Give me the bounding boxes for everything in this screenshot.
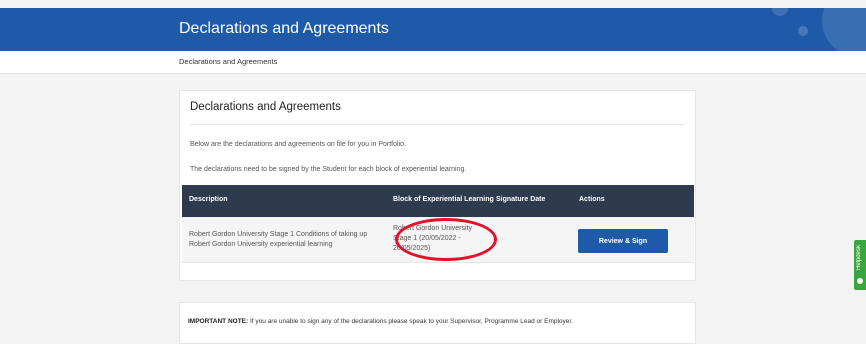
column-header-block: Block of Experiential Learning	[393, 196, 494, 203]
column-header-actions: Actions	[579, 196, 605, 203]
description-cell: Robert Gordon University Stage 1 Conditi…	[189, 230, 367, 250]
page-banner: Declarations and Agreements	[0, 8, 866, 51]
important-note: IMPORTANT NOTE: If you are unable to sig…	[179, 302, 696, 344]
intro-text: Below are the declarations and agreement…	[190, 141, 406, 148]
column-header-description: Description	[189, 196, 228, 203]
column-header-signature-date: Signature Date	[496, 196, 546, 203]
important-note-label: IMPORTANT NOTE:	[188, 318, 249, 325]
description-line: Robert Gordon University Stage 1 Conditi…	[189, 231, 368, 238]
decorative-bubble	[822, 8, 866, 51]
description-line: Robert Gordon University experiential le…	[189, 241, 333, 248]
help-icon	[857, 278, 863, 284]
review-and-sign-button[interactable]: Review & Sign	[578, 229, 668, 253]
table-header: Description Block of Experiential Learni…	[182, 185, 694, 217]
important-note-body: If you are unable to sign any of the dec…	[248, 318, 574, 325]
highlight-circle	[395, 218, 497, 261]
card-heading: Declarations and Agreements	[190, 101, 341, 113]
breadcrumb: Declarations and Agreements	[0, 51, 866, 74]
breadcrumb-current: Declarations and Agreements	[179, 57, 278, 66]
helpdesk-label: Helpdesk	[856, 245, 862, 271]
helpdesk-tab[interactable]: Helpdesk	[854, 240, 866, 290]
important-note-text: IMPORTANT NOTE: If you are unable to sig…	[188, 318, 573, 325]
divider	[190, 124, 685, 125]
decorative-bubble	[798, 26, 808, 36]
page-title: Declarations and Agreements	[179, 20, 389, 37]
instruction-text: The declarations need to be signed by th…	[190, 166, 467, 173]
decorative-bubble	[772, 8, 788, 16]
